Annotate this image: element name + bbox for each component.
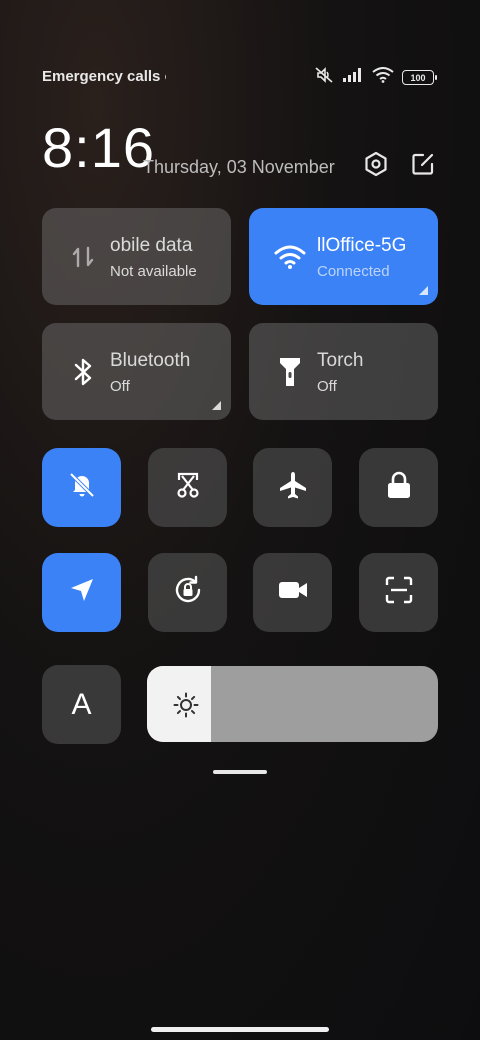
edit-icon[interactable]: [409, 150, 437, 178]
clock-time: 8:16: [42, 116, 155, 179]
screenshot-scissors-icon: [173, 470, 203, 505]
torch-icon: [273, 355, 307, 389]
wifi-label: llOffice-5G: [317, 235, 407, 256]
gesture-nav-bar[interactable]: [151, 1027, 329, 1032]
mobile-data-label: obile data: [110, 235, 193, 256]
lock-icon: [385, 470, 413, 505]
bluetooth-tile[interactable]: Bluetooth Off: [42, 323, 231, 420]
status-bar: Emergency calls o 100: [42, 66, 437, 89]
bluetooth-icon: [66, 355, 100, 389]
date-text: Thursday, 03 November: [143, 157, 335, 177]
location-arrow-icon: [68, 576, 96, 609]
screen-recorder-toggle[interactable]: [253, 553, 332, 632]
carrier-text: Emergency calls o: [42, 68, 166, 85]
mute-icon: [314, 66, 334, 89]
mobile-data-icon: [66, 240, 100, 274]
screenshot-toggle[interactable]: [148, 448, 227, 527]
wifi-status: Connected: [317, 263, 390, 280]
airplane-icon: [277, 469, 309, 506]
status-icons: 100: [314, 66, 437, 89]
torch-status: Off: [317, 378, 337, 395]
torch-tile[interactable]: Torch Off: [249, 323, 438, 420]
expand-corner-icon: [212, 401, 221, 410]
location-toggle[interactable]: [42, 553, 121, 632]
bluetooth-status: Off: [110, 378, 130, 395]
scan-icon: [384, 575, 414, 610]
battery-icon: 100: [402, 70, 437, 85]
video-camera-icon: [277, 578, 309, 607]
silent-mode-toggle[interactable]: [42, 448, 121, 527]
mobile-data-status: Not available: [110, 263, 197, 280]
wifi-icon: [273, 240, 307, 274]
mobile-data-tile[interactable]: obile data Not available: [42, 208, 231, 305]
wifi-tile[interactable]: llOffice-5G Connected: [249, 208, 438, 305]
airplane-mode-toggle[interactable]: [253, 448, 332, 527]
rotation-lock-toggle[interactable]: [148, 553, 227, 632]
expand-corner-icon: [419, 286, 428, 295]
auto-brightness-button[interactable]: A: [42, 665, 121, 744]
torch-label: Torch: [317, 350, 364, 371]
brightness-slider[interactable]: [147, 666, 438, 742]
panel-drag-handle[interactable]: [213, 770, 267, 774]
wifi-icon: [372, 67, 394, 88]
settings-icon[interactable]: [362, 150, 390, 178]
scanner-toggle[interactable]: [359, 553, 438, 632]
signal-icon: [342, 67, 364, 88]
sun-icon: [173, 692, 199, 718]
bluetooth-label: Bluetooth: [110, 350, 191, 371]
bell-off-icon: [67, 470, 97, 505]
rotation-lock-icon: [172, 574, 204, 611]
lock-screen-toggle[interactable]: [359, 448, 438, 527]
